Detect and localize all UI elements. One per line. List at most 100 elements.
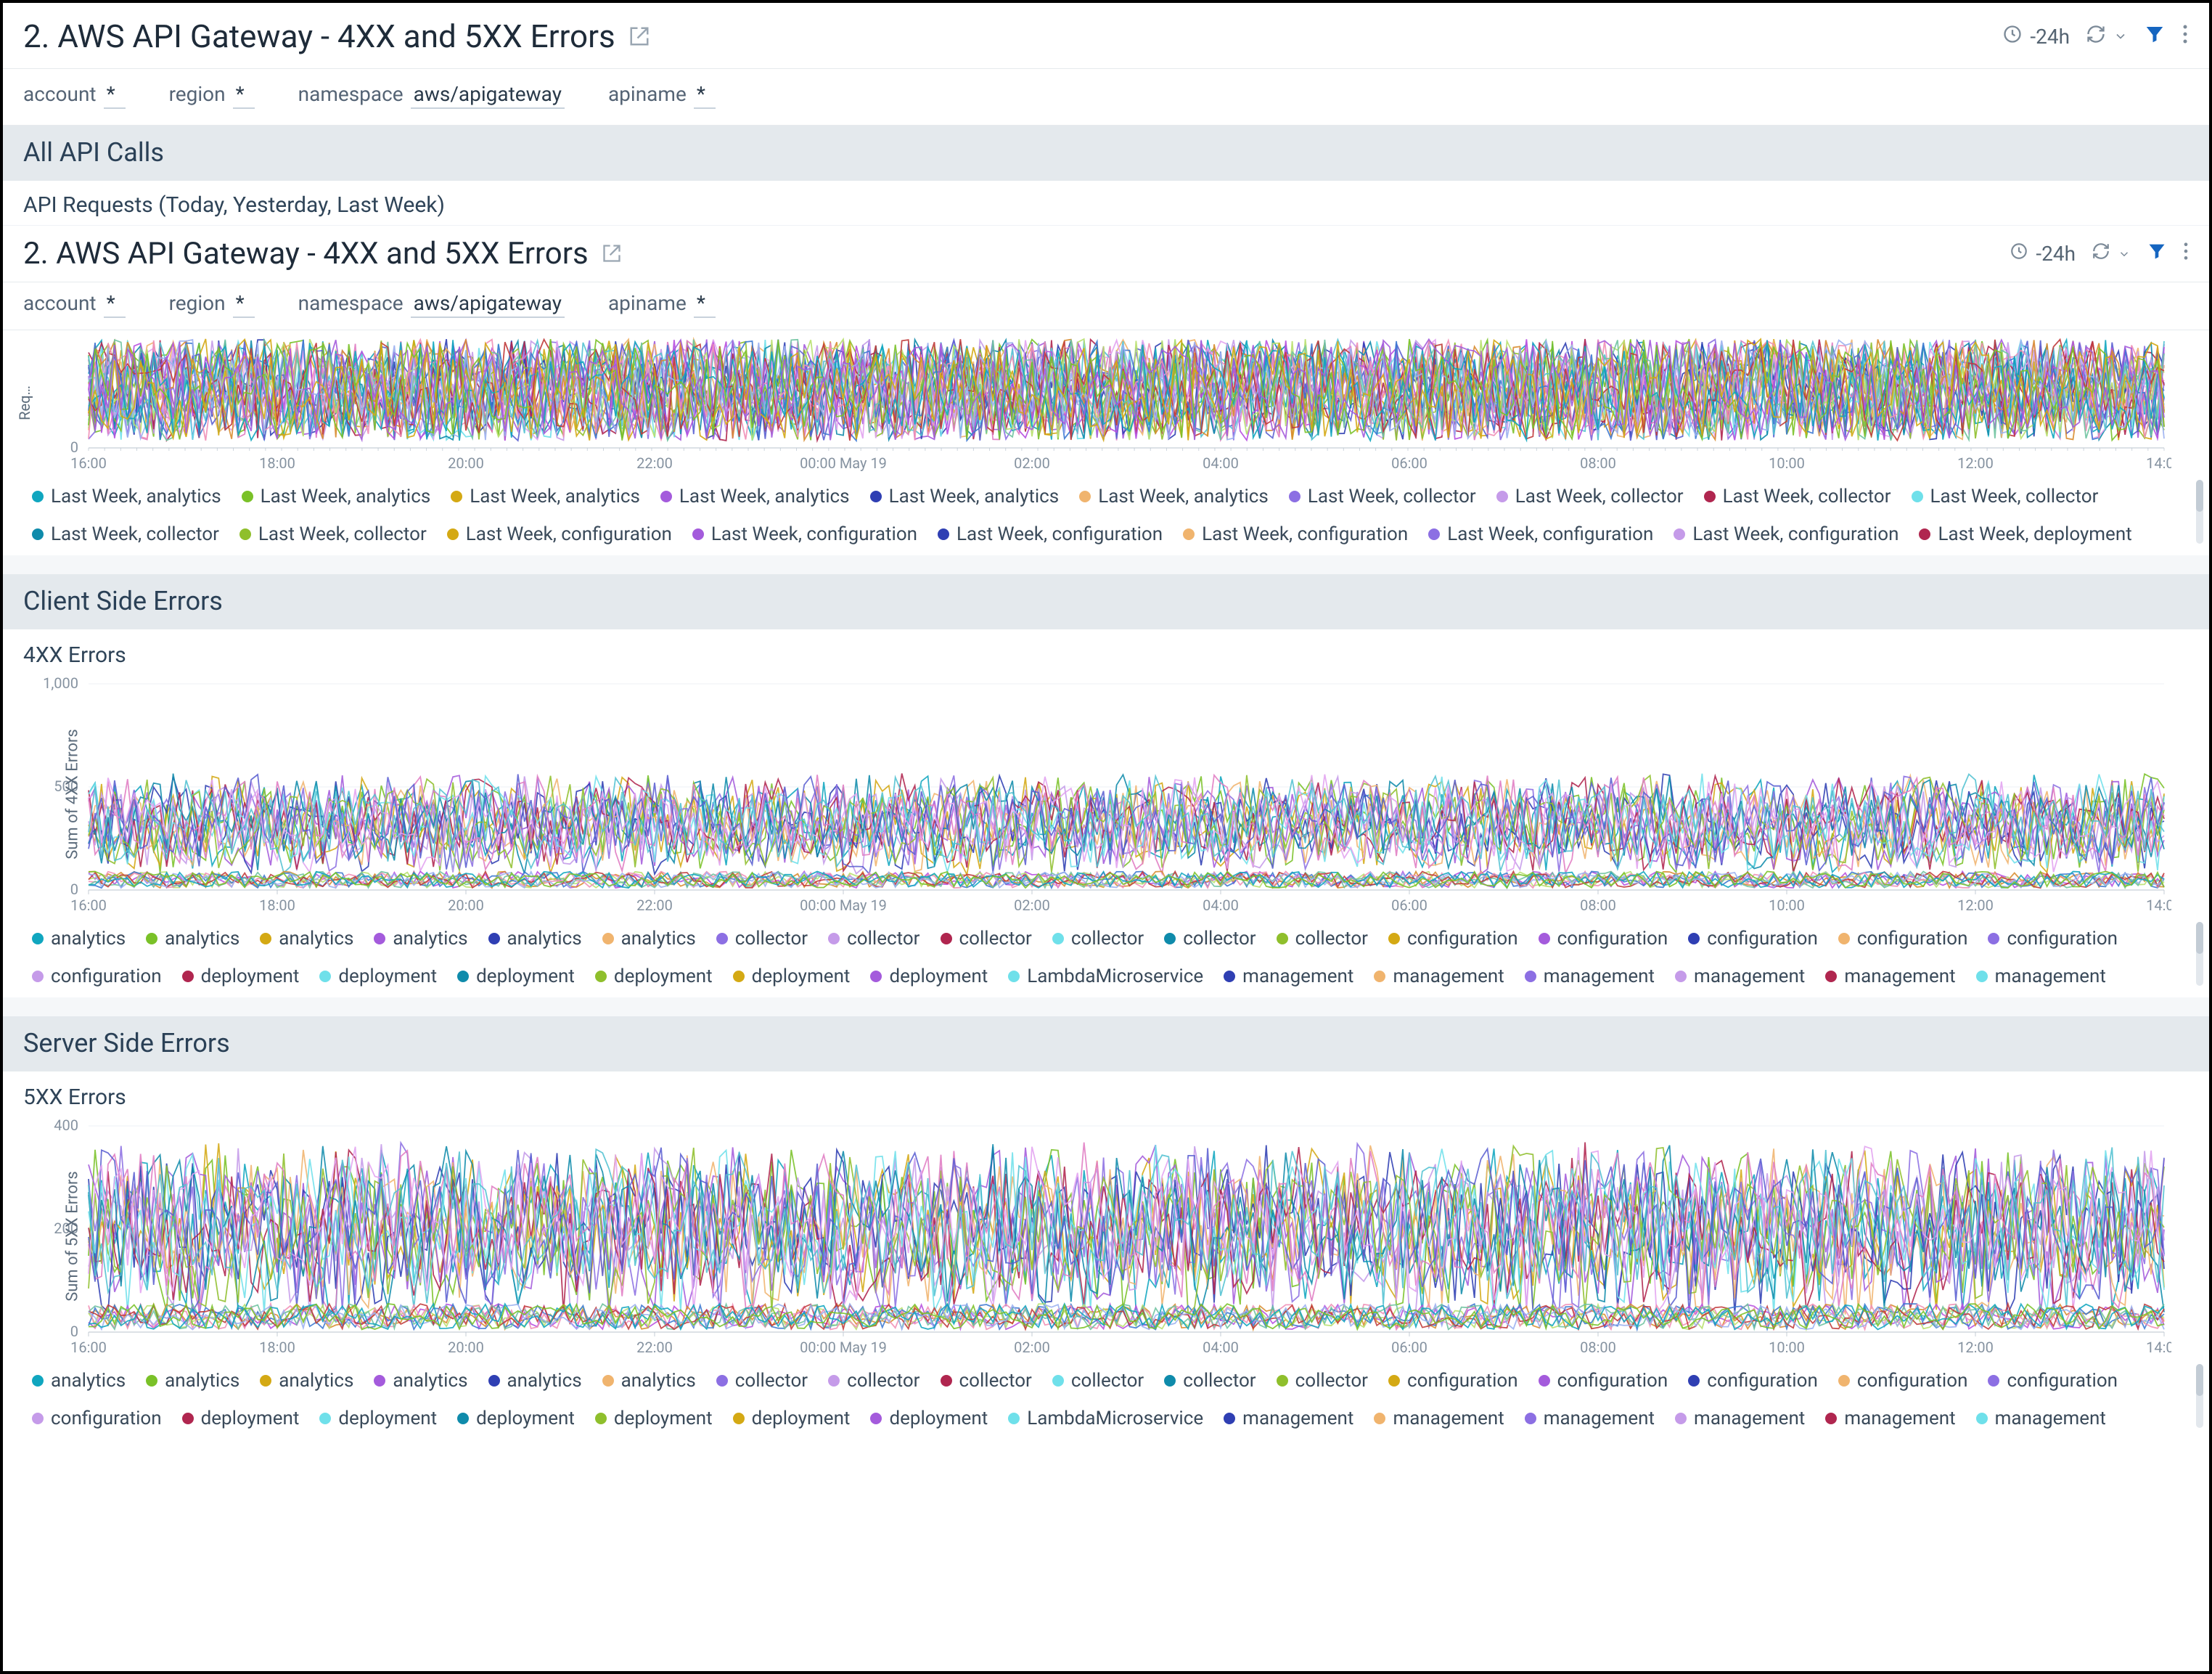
legend-item[interactable]: deployment bbox=[319, 965, 437, 987]
legend-item[interactable]: Last Week, analytics bbox=[242, 486, 431, 507]
legend-item[interactable]: Last Week, configuration bbox=[1428, 523, 1653, 545]
legend-item[interactable]: LambdaMicroservice bbox=[1008, 1408, 1203, 1429]
legend-item[interactable]: deployment bbox=[870, 1408, 988, 1429]
refresh-dropdown-sticky[interactable] bbox=[2092, 242, 2131, 266]
legend-item[interactable]: analytics bbox=[374, 928, 467, 950]
legend-item[interactable]: collector bbox=[1052, 1370, 1144, 1392]
legend-scrollbar[interactable] bbox=[2196, 1364, 2203, 1428]
legend-item[interactable]: analytics bbox=[602, 928, 696, 950]
legend-item[interactable]: Last Week, collector bbox=[1289, 486, 1476, 507]
filter-region[interactable]: region * bbox=[169, 82, 255, 109]
legend-item[interactable]: LambdaMicroservice bbox=[1008, 965, 1203, 987]
legend-item[interactable]: configuration bbox=[1388, 928, 1518, 950]
legend-item[interactable]: Last Week, collector bbox=[239, 523, 427, 545]
legend-item[interactable]: configuration bbox=[1838, 928, 1968, 950]
open-external-icon[interactable] bbox=[602, 236, 622, 271]
legend-item[interactable]: analytics bbox=[602, 1370, 696, 1392]
legend-item[interactable]: deployment bbox=[595, 965, 713, 987]
legend-item[interactable]: collector bbox=[1277, 928, 1368, 950]
legend-item[interactable]: configuration bbox=[1688, 1370, 1818, 1392]
legend-item[interactable]: Last Week, configuration bbox=[1674, 523, 1898, 545]
legend-item[interactable]: collector bbox=[941, 928, 1032, 950]
legend-item[interactable]: management bbox=[1976, 965, 2106, 987]
filter-region-sticky[interactable]: region * bbox=[169, 291, 255, 318]
filter-toggle[interactable] bbox=[2144, 23, 2166, 50]
legend-item[interactable]: deployment bbox=[870, 965, 988, 987]
filter-account[interactable]: account * bbox=[23, 82, 126, 109]
legend-item[interactable]: analytics bbox=[374, 1370, 467, 1392]
filter-namespace-sticky[interactable]: namespace aws/apigateway bbox=[298, 291, 565, 318]
legend-item[interactable]: Last Week, analytics bbox=[1079, 486, 1269, 507]
chart-api-requests[interactable]: Req… 16:0018:0020:0022:0000:00 May 1902:… bbox=[3, 330, 2209, 475]
legend-item[interactable]: management bbox=[1224, 1408, 1353, 1429]
legend-item[interactable]: configuration bbox=[32, 965, 162, 987]
legend-item[interactable]: Last Week, configuration bbox=[938, 523, 1163, 545]
chart-4xx-errors[interactable]: Sum of 4XX Errors 05001,00016:0018:0020:… bbox=[3, 671, 2209, 918]
legend-item[interactable]: management bbox=[1825, 1408, 1955, 1429]
filter-apiname-sticky[interactable]: apiname * bbox=[608, 291, 716, 318]
legend-item[interactable]: configuration bbox=[1539, 1370, 1668, 1392]
legend-item[interactable]: deployment bbox=[733, 965, 851, 987]
refresh-dropdown[interactable] bbox=[2086, 24, 2128, 49]
more-menu[interactable] bbox=[2182, 23, 2189, 50]
legend-item[interactable]: analytics bbox=[32, 1370, 126, 1392]
legend-item[interactable]: Last Week, collector bbox=[1704, 486, 1891, 507]
legend-item[interactable]: Last Week, collector bbox=[32, 523, 219, 545]
legend-item[interactable]: analytics bbox=[488, 928, 582, 950]
legend-item[interactable]: management bbox=[1224, 965, 1353, 987]
legend-item[interactable]: management bbox=[1525, 965, 1655, 987]
legend-item[interactable]: configuration bbox=[32, 1408, 162, 1429]
legend-item[interactable]: collector bbox=[1277, 1370, 1368, 1392]
legend-item[interactable]: management bbox=[1976, 1408, 2106, 1429]
chart-5xx-errors[interactable]: Sum of 5XX Errors 020040016:0018:0020:00… bbox=[3, 1113, 2209, 1360]
legend-item[interactable]: analytics bbox=[488, 1370, 582, 1392]
legend-item[interactable]: Last Week, deployment bbox=[1919, 523, 2131, 545]
more-menu-sticky[interactable] bbox=[2183, 241, 2189, 266]
legend-scrollbar[interactable] bbox=[2196, 922, 2203, 986]
legend-item[interactable]: collector bbox=[828, 1370, 919, 1392]
legend-item[interactable]: collector bbox=[1052, 928, 1144, 950]
legend-item[interactable]: collector bbox=[828, 928, 919, 950]
legend-item[interactable]: configuration bbox=[1988, 928, 2118, 950]
legend-item[interactable]: Last Week, analytics bbox=[32, 486, 221, 507]
legend-item[interactable]: deployment bbox=[182, 1408, 300, 1429]
legend-item[interactable]: management bbox=[1525, 1408, 1655, 1429]
legend-item[interactable]: Last Week, configuration bbox=[1183, 523, 1408, 545]
legend-item[interactable]: management bbox=[1675, 965, 1805, 987]
legend-item[interactable]: Last Week, analytics bbox=[660, 486, 850, 507]
legend-item[interactable]: Last Week, collector bbox=[1496, 486, 1684, 507]
legend-item[interactable]: configuration bbox=[1838, 1370, 1968, 1392]
legend-item[interactable]: deployment bbox=[319, 1408, 437, 1429]
legend-item[interactable]: Last Week, configuration bbox=[447, 523, 672, 545]
legend-item[interactable]: Last Week, analytics bbox=[451, 486, 640, 507]
legend-item[interactable]: deployment bbox=[457, 1408, 575, 1429]
legend-item[interactable]: collector bbox=[941, 1370, 1032, 1392]
legend-item[interactable]: management bbox=[1825, 965, 1955, 987]
time-range-selector-sticky[interactable]: -24h bbox=[2010, 242, 2076, 266]
legend-item[interactable]: management bbox=[1374, 1408, 1504, 1429]
legend-item[interactable]: analytics bbox=[32, 928, 126, 950]
legend-item[interactable]: collector bbox=[1164, 1370, 1255, 1392]
legend-scrollbar[interactable] bbox=[2196, 480, 2203, 544]
legend-item[interactable]: collector bbox=[716, 1370, 808, 1392]
legend-item[interactable]: deployment bbox=[733, 1408, 851, 1429]
legend-item[interactable]: collector bbox=[716, 928, 808, 950]
legend-item[interactable]: deployment bbox=[595, 1408, 713, 1429]
legend-item[interactable]: Last Week, analytics bbox=[870, 486, 1060, 507]
legend-item[interactable]: Last Week, configuration bbox=[692, 523, 917, 545]
filter-apiname[interactable]: apiname * bbox=[608, 82, 716, 109]
legend-item[interactable]: management bbox=[1374, 965, 1504, 987]
legend-item[interactable]: Last Week, collector bbox=[1912, 486, 2099, 507]
filter-account-sticky[interactable]: account * bbox=[23, 291, 126, 318]
legend-item[interactable]: analytics bbox=[260, 1370, 353, 1392]
legend-item[interactable]: analytics bbox=[146, 1370, 239, 1392]
open-external-icon[interactable] bbox=[628, 17, 650, 55]
legend-item[interactable]: collector bbox=[1164, 928, 1255, 950]
time-range-selector[interactable]: -24h bbox=[2002, 24, 2070, 49]
legend-item[interactable]: analytics bbox=[146, 928, 239, 950]
filter-toggle-sticky[interactable] bbox=[2147, 241, 2167, 266]
legend-item[interactable]: analytics bbox=[260, 928, 353, 950]
legend-item[interactable]: deployment bbox=[457, 965, 575, 987]
legend-item[interactable]: configuration bbox=[1539, 928, 1668, 950]
filter-namespace[interactable]: namespace aws/apigateway bbox=[298, 82, 565, 109]
